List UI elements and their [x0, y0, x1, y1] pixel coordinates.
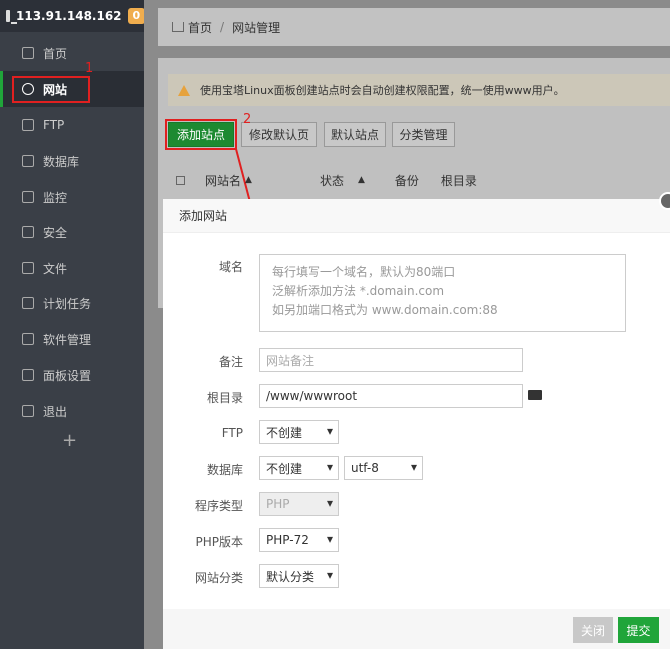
monitor-icon: [6, 10, 17, 24]
database-icon: [22, 155, 34, 167]
server-ip: 113.91.148.162: [16, 9, 122, 23]
category-management-button[interactable]: 分类管理: [392, 122, 455, 147]
default-site-button[interactable]: 默认站点: [324, 122, 386, 147]
annotation-box-2: [165, 119, 237, 150]
shield-icon: [22, 226, 34, 238]
remark-input[interactable]: 网站备注: [259, 348, 523, 372]
monitor-chart-icon: [22, 191, 34, 203]
program-type-select: PHP: [259, 492, 339, 516]
annotation-number-2: 2: [243, 112, 252, 127]
sidebar-item-software[interactable]: 软件管理: [0, 321, 144, 357]
domain-label: 域名: [218, 260, 243, 274]
php-version-select[interactable]: PHP-72: [259, 528, 339, 552]
col-backup: 备份: [394, 173, 419, 188]
dialog-close-icon[interactable]: [659, 192, 670, 210]
breadcrumb-home[interactable]: 首页: [188, 19, 212, 36]
database-label: 数据库: [206, 463, 243, 477]
home-icon: [22, 47, 34, 59]
breadcrumb: 首页 / 网站管理: [158, 8, 670, 46]
remark-label: 备注: [218, 355, 243, 369]
submit-button[interactable]: 提交: [618, 617, 659, 643]
select-all-checkbox[interactable]: [176, 175, 185, 185]
sort-icon: ▲: [357, 175, 365, 185]
dialog-title: 添加网站: [163, 199, 670, 233]
notification-badge[interactable]: 0: [127, 8, 146, 24]
breadcrumb-current: 网站管理: [232, 20, 281, 35]
site-category-label: 网站分类: [194, 571, 243, 585]
sidebar-item-files[interactable]: 文件: [0, 250, 144, 286]
sidebar-item-database[interactable]: 数据库: [0, 143, 144, 179]
col-root-dir: 根目录: [440, 173, 477, 188]
sort-icon: ▲: [245, 175, 252, 185]
root-dir-input[interactable]: /www/wwwroot: [259, 384, 523, 408]
col-site-name[interactable]: 网站名: [205, 172, 241, 189]
sidebar-item-logout[interactable]: 退出: [0, 393, 144, 429]
edit-default-page-button[interactable]: 修改默认页: [241, 122, 317, 147]
sidebar-item-home[interactable]: 首页: [0, 35, 144, 71]
calendar-icon: [22, 297, 34, 309]
notice-text: 使用宝塔Linux面板创建站点时会自动创建权限配置，统一使用www用户。: [200, 84, 565, 97]
gear-icon: [22, 369, 34, 381]
folder-open-icon[interactable]: [528, 390, 542, 400]
sidebar-item-security[interactable]: 安全: [0, 214, 144, 250]
grid-icon: [22, 333, 34, 345]
ftp-label: FTP: [221, 426, 243, 440]
notice-bar: 使用宝塔Linux面板创建站点时会自动创建权限配置，统一使用www用户。: [168, 74, 670, 106]
site-table-header: 网站名 ▲ 状态 ▲ 备份 根目录: [168, 166, 670, 194]
server-header: 113.91.148.162 0: [0, 0, 146, 32]
ftp-select[interactable]: 不创建: [259, 420, 339, 444]
php-version-label: PHP版本: [195, 535, 244, 549]
home-icon: [172, 22, 184, 32]
sidebar-item-cron[interactable]: 计划任务: [0, 285, 144, 321]
add-nav-button[interactable]: +: [62, 430, 77, 451]
warning-icon: [178, 84, 190, 96]
sidebar-item-ftp[interactable]: FTP: [0, 107, 144, 143]
domain-textarea[interactable]: 每行填写一个域名，默认为80端口 泛解析添加方法 *.domain.com 如另…: [259, 254, 626, 332]
col-status[interactable]: 状态: [320, 172, 344, 189]
program-type-label: 程序类型: [194, 499, 243, 513]
annotation-box-1: [12, 76, 90, 103]
database-select[interactable]: 不创建: [259, 456, 339, 480]
ftp-icon: [22, 119, 34, 131]
site-category-select[interactable]: 默认分类: [259, 564, 339, 588]
sidebar-item-monitor[interactable]: 监控: [0, 179, 144, 215]
annotation-number-1: 1: [85, 61, 94, 76]
logout-icon: [22, 405, 34, 417]
close-button[interactable]: 关闭: [573, 617, 613, 643]
sidebar-item-settings[interactable]: 面板设置: [0, 357, 144, 393]
root-dir-label: 根目录: [206, 391, 243, 405]
folder-icon: [22, 262, 34, 274]
charset-select[interactable]: utf-8: [344, 456, 423, 480]
